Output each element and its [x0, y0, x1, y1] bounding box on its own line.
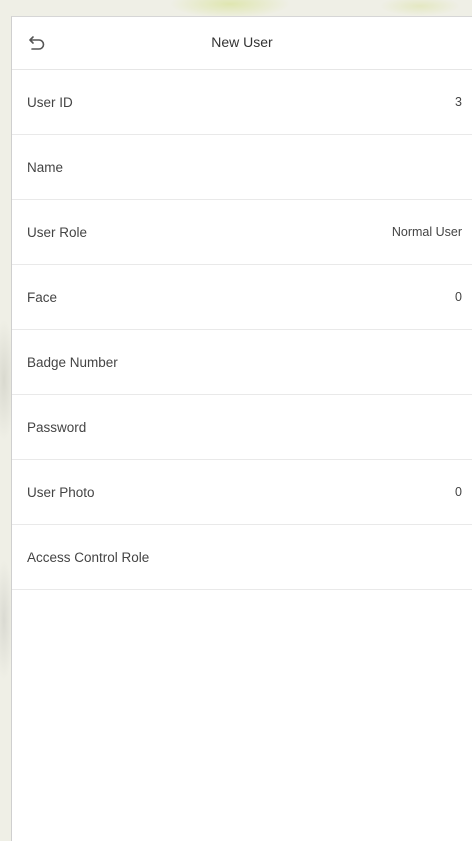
title-bar: New User: [12, 17, 472, 70]
field-label: Face: [27, 289, 58, 305]
field-label: User ID: [27, 94, 73, 110]
new-user-screen: New User User ID 3 Name User Role Normal…: [11, 16, 472, 841]
field-row-user-id[interactable]: User ID 3: [12, 70, 472, 135]
field-label: Badge Number: [27, 354, 118, 370]
field-label: Access Control Role: [27, 549, 150, 565]
field-label: User Photo: [27, 484, 95, 500]
field-row-user-role[interactable]: User Role Normal User: [12, 200, 472, 265]
field-row-password[interactable]: Password: [12, 395, 472, 460]
field-value: 3: [455, 95, 462, 109]
user-field-list: User ID 3 Name User Role Normal User Fac…: [12, 70, 472, 590]
field-value: Normal User: [391, 225, 462, 239]
field-row-access-control-role[interactable]: Access Control Role: [12, 525, 472, 590]
field-row-name[interactable]: Name: [12, 135, 472, 200]
field-label: Password: [27, 419, 87, 435]
field-label: Name: [27, 159, 64, 175]
field-label: User Role: [27, 224, 88, 240]
field-value: 0: [455, 290, 462, 304]
field-row-badge-number[interactable]: Badge Number: [12, 330, 472, 395]
page-title: New User: [211, 34, 273, 50]
field-value: 0: [455, 485, 462, 499]
field-row-user-photo[interactable]: User Photo 0: [12, 460, 472, 525]
field-row-face[interactable]: Face 0: [12, 265, 472, 330]
